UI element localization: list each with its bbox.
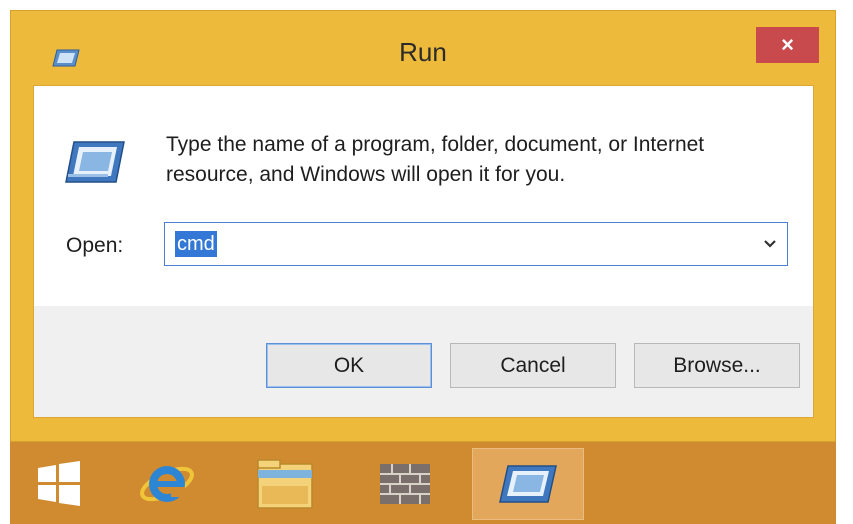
cancel-button[interactable]: Cancel: [450, 343, 616, 388]
taskbar-firewall[interactable]: [370, 454, 440, 514]
open-label: Open:: [66, 234, 124, 257]
file-explorer-icon: [257, 459, 313, 509]
internet-explorer-icon: [140, 466, 194, 502]
open-combobox[interactable]: cmd: [164, 222, 788, 266]
run-dialog: Run × Type the name of a program, folder…: [10, 10, 836, 442]
ok-button[interactable]: OK: [266, 343, 432, 388]
taskbar-file-explorer[interactable]: [250, 454, 320, 514]
window-title: Run: [399, 37, 447, 67]
content-pane: Type the name of a program, folder, docu…: [34, 86, 813, 306]
run-icon: [65, 141, 125, 183]
title-bar[interactable]: Run ×: [11, 11, 835, 85]
run-icon: [499, 465, 557, 503]
taskbar: [10, 442, 836, 524]
dialog-description: Type the name of a program, folder, docu…: [166, 133, 705, 186]
taskbar-internet-explorer[interactable]: [132, 454, 202, 514]
chevron-down-icon[interactable]: [761, 235, 779, 253]
close-button[interactable]: ×: [756, 27, 819, 63]
windows-start-icon: [38, 461, 80, 506]
taskbar-start-button[interactable]: [24, 454, 94, 514]
taskbar-run[interactable]: [472, 448, 584, 520]
open-input-value[interactable]: cmd: [175, 231, 217, 257]
firewall-icon: [380, 464, 430, 504]
screen: Run × Type the name of a program, folder…: [0, 0, 853, 524]
close-icon: ×: [781, 32, 794, 57]
dialog-client-area: Type the name of a program, folder, docu…: [33, 85, 814, 418]
browse-button[interactable]: Browse...: [634, 343, 800, 388]
